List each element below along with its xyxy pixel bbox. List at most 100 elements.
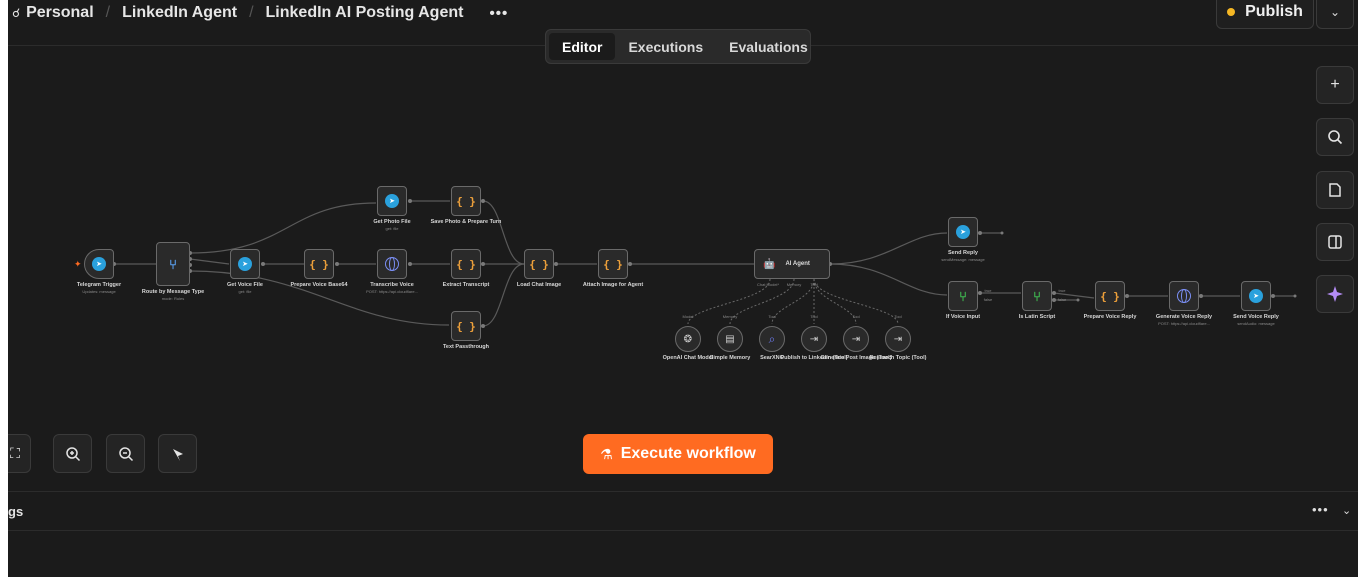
- node-label: Research Topic (Tool): [869, 355, 927, 361]
- tab-executions[interactable]: Executions: [615, 33, 716, 60]
- searxng-node[interactable]: ⌕: [759, 326, 785, 352]
- toggle-panel-button[interactable]: [1316, 223, 1354, 261]
- robot-icon: 🤖: [763, 258, 776, 270]
- tool-slot-label: Tool: [894, 314, 902, 319]
- logs-title: gs: [8, 504, 24, 519]
- zoom-in-icon: [65, 446, 80, 461]
- globe-icon: [385, 257, 399, 271]
- logs-panel-header[interactable]: gs ••• ⌄: [8, 491, 1358, 531]
- sticky-note-icon: [1329, 183, 1341, 197]
- ai-sparkle-icon: [1327, 286, 1343, 302]
- node-label: Transcribe Voice: [370, 282, 414, 288]
- search-icon: [1328, 130, 1343, 145]
- memory-icon: ▤: [725, 333, 735, 345]
- telegram-trigger-node[interactable]: ➤: [84, 249, 114, 279]
- telegram-icon: ➤: [385, 194, 399, 208]
- code-icon: { }: [603, 257, 623, 271]
- zoom-out-button[interactable]: [106, 434, 145, 473]
- telegram-icon: ➤: [956, 225, 970, 239]
- if-icon: ⑂: [959, 288, 967, 304]
- telegram-icon: ➤: [238, 257, 252, 271]
- prepare-voice-base64-node[interactable]: { }: [304, 249, 334, 279]
- workflow-name[interactable]: LinkedIn AI Posting Agent: [266, 4, 464, 22]
- save-photo-prepare-turn-node[interactable]: { }: [451, 186, 481, 216]
- true-branch-label: true: [984, 288, 992, 293]
- true-branch-label: true: [1058, 288, 1066, 293]
- zoom-in-button[interactable]: [53, 434, 92, 473]
- false-branch-label: false: [1057, 297, 1067, 302]
- chevron-down-icon: ⌄: [1329, 4, 1341, 19]
- agent-slot-label: Chat Model*: [756, 282, 779, 287]
- attach-image-for-agent-node[interactable]: { }: [598, 249, 628, 279]
- get-voice-file-node[interactable]: ➤: [230, 249, 260, 279]
- node-subtitle: POST: https://api.cloudflare...: [366, 289, 418, 294]
- get-photo-file-node[interactable]: ➤: [377, 186, 407, 216]
- breadcrumb-project[interactable]: LinkedIn Agent: [122, 4, 237, 22]
- node-label: Prepare Voice Reply: [1083, 314, 1137, 320]
- logs-more-menu[interactable]: •••: [1312, 502, 1329, 517]
- generate-post-image-tool-node[interactable]: ⇥: [843, 326, 869, 352]
- route-by-message-type-node[interactable]: ⑂: [156, 242, 190, 286]
- globe-icon: [1177, 289, 1191, 303]
- tab-evaluations[interactable]: Evaluations: [716, 33, 821, 60]
- chevron-down-icon[interactable]: ⌄: [1342, 504, 1351, 517]
- prepare-voice-reply-node[interactable]: { }: [1095, 281, 1125, 311]
- node-label: Send Reply: [948, 250, 978, 256]
- generate-voice-reply-node[interactable]: [1169, 281, 1199, 311]
- tool-slot-label: Tool: [768, 314, 776, 319]
- tidy-up-icon: [172, 448, 183, 461]
- openai-chat-model-node[interactable]: ❂: [675, 326, 701, 352]
- node-label: Get Photo File: [373, 219, 411, 225]
- node-label: If Voice Input: [945, 314, 981, 320]
- tidy-up-button[interactable]: [158, 434, 197, 473]
- publish-options-button[interactable]: ⌄: [1316, 0, 1354, 29]
- node-label: Save Photo & Prepare Turn: [430, 219, 502, 225]
- load-chat-image-node[interactable]: { }: [524, 249, 554, 279]
- publish-to-linkedin-tool-node[interactable]: ⇥: [801, 326, 827, 352]
- workflow-more-menu[interactable]: •••: [489, 5, 508, 22]
- node-label: AI Agent: [785, 261, 810, 267]
- node-label: Text Passthrough: [442, 344, 490, 350]
- panel-icon: [1328, 235, 1342, 249]
- code-icon: { }: [309, 257, 329, 271]
- tool-icon: ⇥: [851, 333, 861, 345]
- false-branch-label: false: [983, 297, 993, 302]
- execute-label: Execute workflow: [620, 445, 756, 462]
- node-label: Prepare Voice Base64: [290, 282, 348, 288]
- execute-workflow-button[interactable]: ⚗ Execute workflow: [583, 434, 773, 474]
- node-label: Send Voice Reply: [1233, 314, 1279, 320]
- breadcrumb-separator: /: [105, 4, 111, 21]
- add-node-icon: +: [1330, 76, 1340, 93]
- add-node-button[interactable]: +: [1316, 66, 1354, 104]
- node-subtitle: mode: Rules: [161, 296, 185, 301]
- breadcrumb-personal[interactable]: Personal: [26, 4, 94, 22]
- tab-editor[interactable]: Editor: [549, 33, 616, 60]
- code-icon: { }: [456, 257, 476, 271]
- ai-assistant-button[interactable]: [1316, 275, 1354, 313]
- publish-button[interactable]: Publish: [1216, 0, 1314, 29]
- send-reply-node[interactable]: ➤: [948, 217, 978, 247]
- text-passthrough-node[interactable]: { }: [451, 311, 481, 341]
- fit-view-button[interactable]: ⛶: [8, 434, 31, 473]
- simple-memory-node[interactable]: ▤: [717, 326, 743, 352]
- transcribe-voice-node[interactable]: [377, 249, 407, 279]
- search-nodes-button[interactable]: [1316, 118, 1354, 156]
- n8n-app: ☌ Personal / LinkedIn Agent / LinkedIn A…: [8, 0, 1358, 577]
- if-voice-input-node[interactable]: ⑂: [948, 281, 978, 311]
- research-topic-tool-node[interactable]: ⇥: [885, 326, 911, 352]
- node-subtitle: get: file: [238, 289, 252, 294]
- node-label: Extract Transcript: [442, 282, 490, 288]
- if-icon: ⑂: [1033, 288, 1041, 304]
- is-latin-script-node[interactable]: ⑂: [1022, 281, 1052, 311]
- ai-agent-node[interactable]: 🤖 AI Agent: [754, 249, 830, 279]
- node-label: Route by Message Type: [141, 289, 205, 295]
- connections-layer: ✦: [74, 199, 1297, 328]
- send-voice-reply-node[interactable]: ➤: [1241, 281, 1271, 311]
- tool-slot-label: Memory: [722, 314, 738, 319]
- workflow-canvas[interactable]: ✦ ➤ Telegram Trigger Updates: message ⑂ …: [8, 46, 1358, 491]
- tool-slot-label: Tool: [852, 314, 860, 319]
- zoom-out-icon: [118, 446, 133, 461]
- add-sticky-note-button[interactable]: [1316, 171, 1354, 209]
- telegram-icon: ➤: [92, 257, 106, 271]
- extract-transcript-node[interactable]: { }: [451, 249, 481, 279]
